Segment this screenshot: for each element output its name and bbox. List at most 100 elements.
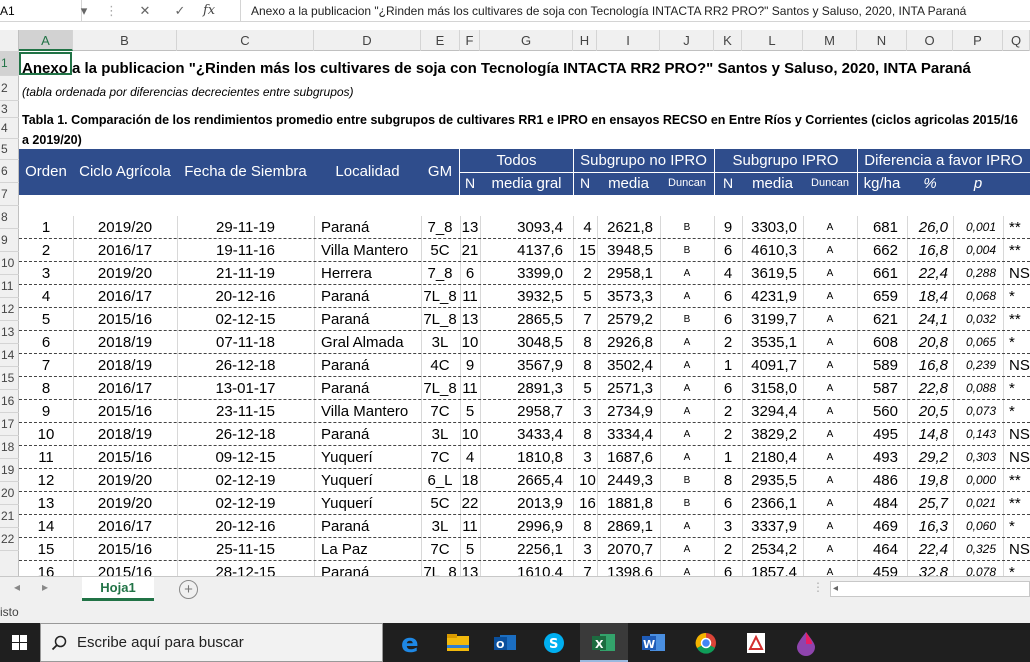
table-cell[interactable]: 560 xyxy=(857,400,901,423)
table-cell[interactable]: 3433,4 xyxy=(480,423,566,446)
name-box[interactable]: A1 xyxy=(0,0,82,22)
table-cell[interactable]: Herrera xyxy=(321,262,426,285)
table-cell[interactable]: 3L xyxy=(421,515,459,538)
table-cell[interactable]: 3535,1 xyxy=(742,331,800,354)
table-cell[interactable]: 16 xyxy=(577,492,598,515)
formula-input[interactable]: Anexo a la publicacion "¿Rinden más los … xyxy=(240,0,1030,22)
table-cell[interactable]: 7C xyxy=(421,446,459,469)
tab-split-icon[interactable]: ⋮ xyxy=(812,580,824,594)
table-cell[interactable]: 3093,4 xyxy=(480,216,566,239)
table-cell[interactable]: Gral Almada xyxy=(321,331,426,354)
column-header-o[interactable]: O xyxy=(907,30,953,51)
table-cell[interactable]: 0,000 xyxy=(955,469,999,492)
column-header-m[interactable]: M xyxy=(803,30,857,51)
table-cell[interactable]: 2015/16 xyxy=(73,308,177,331)
row-header-10[interactable]: 10 xyxy=(0,252,19,275)
table-cell[interactable]: 662 xyxy=(857,239,901,262)
column-header-j[interactable]: J xyxy=(660,30,714,51)
table-cell[interactable]: B xyxy=(660,308,714,331)
table-row[interactable]: 5 2015/16 02-12-15 Paraná 7L_8 13 2865,5 7 2579,… xyxy=(19,308,1030,331)
table-cell[interactable]: 6 xyxy=(716,377,740,400)
table-cell[interactable]: 2019/20 xyxy=(73,469,177,492)
word-icon[interactable]: W xyxy=(630,623,678,662)
table-cell[interactable]: 2 xyxy=(716,400,740,423)
table-cell[interactable]: 2018/19 xyxy=(73,331,177,354)
row-header-2[interactable]: 2 xyxy=(0,76,19,101)
paint-icon[interactable] xyxy=(782,623,830,662)
cancel-icon[interactable]: ✕ xyxy=(135,0,155,22)
excel-icon[interactable]: X xyxy=(580,623,628,662)
table-cell[interactable]: 29,2 xyxy=(907,446,951,469)
table-cell[interactable]: ** xyxy=(1009,308,1030,331)
table-row[interactable]: 2 2016/17 19-11-16 Villa Mantero 5C 21 4137,6 1… xyxy=(19,239,1030,262)
table-cell[interactable]: 4 xyxy=(716,262,740,285)
table-cell[interactable]: A xyxy=(660,262,714,285)
table-cell[interactable]: 19,8 xyxy=(907,469,951,492)
table-cell[interactable]: 2579,2 xyxy=(598,308,656,331)
table-cell[interactable]: 2449,3 xyxy=(598,469,656,492)
row-header-21[interactable]: 21 xyxy=(0,505,19,528)
table-cell[interactable]: Yuquerí xyxy=(321,446,426,469)
windows-start-icon[interactable] xyxy=(0,623,40,662)
table-cell[interactable]: 493 xyxy=(857,446,901,469)
table-cell[interactable]: 2958,1 xyxy=(598,262,656,285)
table-cell[interactable]: 3567,9 xyxy=(480,354,566,377)
table-row[interactable]: 9 2015/16 23-11-15 Villa Mantero 7C 5 2958,7 3 2… xyxy=(19,400,1030,423)
skype-icon[interactable]: S xyxy=(530,623,578,662)
table-cell[interactable]: 0,060 xyxy=(955,515,999,538)
table-cell[interactable]: A xyxy=(660,285,714,308)
table-cell[interactable]: 13 xyxy=(19,492,73,515)
table-cell[interactable]: 2019/20 xyxy=(73,216,177,239)
table-cell[interactable]: Paraná xyxy=(321,354,426,377)
table-cell[interactable]: 1687,6 xyxy=(598,446,656,469)
table-cell[interactable]: 1 xyxy=(19,216,73,239)
table-row[interactable]: 11 2015/16 09-12-15 Yuquerí 7C 4 1810,8 3 1687,6… xyxy=(19,446,1030,469)
table-cell[interactable]: 9 xyxy=(19,400,73,423)
column-header-k[interactable]: K xyxy=(714,30,742,51)
table-cell[interactable]: 4 xyxy=(460,446,480,469)
table-cell[interactable]: A xyxy=(803,354,857,377)
table-cell[interactable]: 2019/20 xyxy=(73,262,177,285)
table-cell[interactable]: 5 xyxy=(460,538,480,561)
table-cell[interactable]: 2 xyxy=(577,262,598,285)
table-cell[interactable]: 0,143 xyxy=(955,423,999,446)
table-row[interactable]: 7 2018/19 26-12-18 Paraná 4C 9 3567,9 8 3502,4 A 1… xyxy=(19,354,1030,377)
row-header-14[interactable]: 14 xyxy=(0,344,19,367)
table-cell[interactable]: 6 xyxy=(716,239,740,262)
table-cell[interactable]: 6_L xyxy=(421,469,459,492)
table-row[interactable]: 10 2018/19 26-12-18 Paraná 3L 10 3433,4 8 3334,4… xyxy=(19,423,1030,446)
spreadsheet-grid[interactable]: ABCDEFGHIJKLMNOPQ 1 2 3 4 5 6 7 8 9 10 11 12 13 14 15 1… xyxy=(0,30,1030,576)
table-cell[interactable]: 3337,9 xyxy=(742,515,800,538)
table-cell[interactable]: 12 xyxy=(19,469,73,492)
table-cell[interactable]: 0,068 xyxy=(955,285,999,308)
table-cell[interactable]: A xyxy=(803,492,857,515)
row-header-4[interactable]: 4 xyxy=(0,118,19,139)
table-cell[interactable]: Paraná xyxy=(321,377,426,400)
table-cell[interactable]: 25-11-15 xyxy=(177,538,314,561)
table-cell[interactable]: A xyxy=(660,538,714,561)
table-cell[interactable]: 2015/16 xyxy=(73,446,177,469)
row-header-16[interactable]: 16 xyxy=(0,390,19,413)
table-cell[interactable]: 2935,5 xyxy=(742,469,800,492)
row-header-18[interactable]: 18 xyxy=(0,436,19,459)
row-header-8[interactable]: 8 xyxy=(0,206,19,229)
table-cell[interactable]: 2 xyxy=(716,423,740,446)
table-cell[interactable]: 20-12-16 xyxy=(177,285,314,308)
table-cell[interactable]: 2015/16 xyxy=(73,538,177,561)
table-cell[interactable]: NS xyxy=(1009,446,1030,469)
table-cell[interactable]: 608 xyxy=(857,331,901,354)
column-header-f[interactable]: F xyxy=(460,30,480,51)
table-cell[interactable]: A xyxy=(803,446,857,469)
table-cell[interactable]: 4231,9 xyxy=(742,285,800,308)
table-cell[interactable]: Villa Mantero xyxy=(321,400,426,423)
row-header-11[interactable]: 11 xyxy=(0,275,19,298)
table-cell[interactable]: 26-12-18 xyxy=(177,423,314,446)
table-cell[interactable]: 13 xyxy=(460,308,480,331)
table-cell[interactable]: 21 xyxy=(460,239,480,262)
table-cell[interactable]: 2534,2 xyxy=(742,538,800,561)
column-header-d[interactable]: D xyxy=(314,30,421,51)
table-cell[interactable]: 2926,8 xyxy=(598,331,656,354)
table-cell[interactable]: 2621,8 xyxy=(598,216,656,239)
table-cell[interactable]: 22,4 xyxy=(907,262,951,285)
table-cell[interactable]: 589 xyxy=(857,354,901,377)
